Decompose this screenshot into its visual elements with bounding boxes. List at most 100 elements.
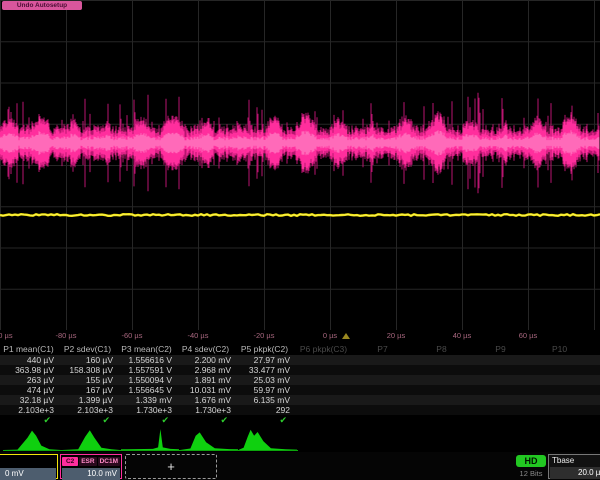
measure-value-cell: 59.97 mV bbox=[236, 385, 295, 395]
measure-value-cell bbox=[531, 355, 590, 365]
histicon-thumbnail[interactable] bbox=[180, 427, 239, 452]
measure-value-cell: 10.031 mV bbox=[177, 385, 236, 395]
measure-status-check: ✔ bbox=[177, 415, 236, 426]
measure-param-header[interactable]: P2 sdev(C1) bbox=[59, 344, 118, 355]
measure-value-cell bbox=[354, 405, 413, 415]
measure-param-header[interactable]: P11 bbox=[590, 344, 600, 355]
measure-value-cell bbox=[354, 365, 413, 375]
time-axis: -100 µs-80 µs-60 µs-40 µs-20 µs0 µs20 µs… bbox=[0, 330, 600, 344]
histicon-thumbnail[interactable] bbox=[62, 427, 121, 452]
measure-value-cell bbox=[590, 375, 600, 385]
measure-value-cell: 33.477 mV bbox=[236, 365, 295, 375]
measure-value-cell: 25.03 mV bbox=[236, 375, 295, 385]
add-trace-button[interactable]: + bbox=[125, 454, 217, 479]
measure-value-cell bbox=[472, 365, 531, 375]
measure-status-check: ✔ bbox=[0, 415, 59, 426]
measure-value-cell bbox=[354, 385, 413, 395]
channel-c1-descriptor[interactable]: C1 DC1M 0 mV bbox=[0, 454, 58, 479]
waveform-grid[interactable]: Undo Autosetup bbox=[0, 0, 600, 330]
measure-value-cell: 167 µV bbox=[59, 385, 118, 395]
measure-value-cell: 1.399 µV bbox=[59, 395, 118, 405]
time-axis-label: -60 µs bbox=[122, 331, 143, 340]
measure-value-cell bbox=[413, 405, 472, 415]
measure-value-cell: 474 µV bbox=[0, 385, 59, 395]
time-axis-label: -20 µs bbox=[254, 331, 275, 340]
measure-table: P1 mean(C1)P2 sdev(C1)P3 mean(C2)P4 sdev… bbox=[0, 344, 600, 427]
channel-c2-descriptor[interactable]: C2 ESR DC1M 10.0 mV bbox=[60, 454, 122, 479]
measure-value-cell bbox=[413, 365, 472, 375]
measure-value-cell bbox=[590, 385, 600, 395]
trigger-position-marker[interactable] bbox=[342, 333, 350, 339]
measure-value-cell: 1.891 mV bbox=[177, 375, 236, 385]
measure-param-header[interactable]: P3 mean(C2) bbox=[118, 344, 177, 355]
histicon-thumbnail[interactable] bbox=[3, 427, 62, 452]
undo-autosetup-button[interactable]: Undo Autosetup bbox=[2, 1, 82, 10]
measure-value-cell bbox=[295, 355, 354, 365]
measure-value-cell bbox=[472, 355, 531, 365]
measure-param-header[interactable]: P8 bbox=[413, 344, 472, 355]
timebase-label: Tbase bbox=[549, 455, 600, 466]
measure-value-cell: 2.200 mV bbox=[177, 355, 236, 365]
measure-status-check bbox=[295, 415, 354, 426]
measure-value-cell: 1.339 mV bbox=[118, 395, 177, 405]
plus-icon: + bbox=[167, 459, 175, 474]
measure-status-check bbox=[354, 415, 413, 426]
time-axis-label: -100 µs bbox=[0, 331, 13, 340]
measure-value-cell bbox=[531, 365, 590, 375]
measure-value-cell bbox=[590, 405, 600, 415]
timebase-value: 20.0 µs bbox=[550, 467, 600, 479]
measure-value-cell: 2.968 mV bbox=[177, 365, 236, 375]
measure-param-header[interactable]: P5 pkpk(C2) bbox=[236, 344, 295, 355]
measure-value-cell bbox=[531, 375, 590, 385]
c2-vertical-scale: 10.0 mV bbox=[62, 468, 120, 480]
waveform-traces bbox=[0, 0, 600, 330]
measure-status-check: ✔ bbox=[236, 415, 295, 426]
measure-status-check bbox=[531, 415, 590, 426]
measure-value-cell bbox=[354, 375, 413, 385]
hd-mode-badge: HD bbox=[516, 455, 546, 467]
measure-status-check: ✔ bbox=[59, 415, 118, 426]
measure-value-cell bbox=[590, 365, 600, 375]
measure-param-header[interactable]: P10 bbox=[531, 344, 590, 355]
measure-value-cell bbox=[531, 385, 590, 395]
measure-value-cell bbox=[413, 375, 472, 385]
measure-value-cell bbox=[295, 375, 354, 385]
descriptor-bar: C1 DC1M 0 mV C2 ESR DC1M 10.0 mV + HD 12… bbox=[0, 452, 600, 480]
time-axis-label: 0 µs bbox=[323, 331, 337, 340]
measure-value-cell bbox=[472, 385, 531, 395]
c2-esr-badge: ESR bbox=[79, 457, 96, 466]
measure-value-cell bbox=[295, 365, 354, 375]
time-axis-label: 60 µs bbox=[519, 331, 538, 340]
measure-value-cell: 1.550094 V bbox=[118, 375, 177, 385]
measure-value-cell: 160 µV bbox=[59, 355, 118, 365]
histicon-thumbnail[interactable] bbox=[239, 427, 298, 452]
measure-value-cell bbox=[531, 405, 590, 415]
measure-value-cell bbox=[472, 405, 531, 415]
measure-value-cell: 27.97 mV bbox=[236, 355, 295, 365]
histicon-thumbnail[interactable] bbox=[121, 427, 180, 452]
time-axis-label: -80 µs bbox=[56, 331, 77, 340]
measure-param-header[interactable]: P9 bbox=[472, 344, 531, 355]
measure-value-cell: 292 bbox=[236, 405, 295, 415]
c2-coupling-badge: DC1M bbox=[98, 457, 120, 466]
oscilloscope-screen: Undo Autosetup -100 µs-80 µs-60 µs-40 µs… bbox=[0, 0, 600, 480]
measure-value-cell: 6.135 mV bbox=[236, 395, 295, 405]
measure-value-cell bbox=[354, 355, 413, 365]
measure-value-cell: 155 µV bbox=[59, 375, 118, 385]
measure-value-cell bbox=[590, 395, 600, 405]
measure-value-cell: 363.98 µV bbox=[0, 365, 59, 375]
measure-param-header[interactable]: P6 pkpk(C3) bbox=[295, 344, 354, 355]
histicon-row bbox=[0, 427, 600, 452]
measure-value-cell bbox=[354, 395, 413, 405]
c1-vertical-scale: 0 mV bbox=[0, 468, 56, 480]
timebase-descriptor[interactable]: Tbase 20.0 µs bbox=[548, 454, 600, 479]
time-axis-label: 40 µs bbox=[453, 331, 472, 340]
measure-param-header[interactable]: P4 sdev(C2) bbox=[177, 344, 236, 355]
measure-value-cell: 1.730e+3 bbox=[118, 405, 177, 415]
measure-value-cell: 2.103e+3 bbox=[0, 405, 59, 415]
measure-value-cell bbox=[295, 405, 354, 415]
measure-value-cell: 440 µV bbox=[0, 355, 59, 365]
hd-bits-label: 12 Bits bbox=[512, 469, 550, 478]
measure-param-header[interactable]: P7 bbox=[354, 344, 413, 355]
measure-param-header[interactable]: P1 mean(C1) bbox=[0, 344, 59, 355]
